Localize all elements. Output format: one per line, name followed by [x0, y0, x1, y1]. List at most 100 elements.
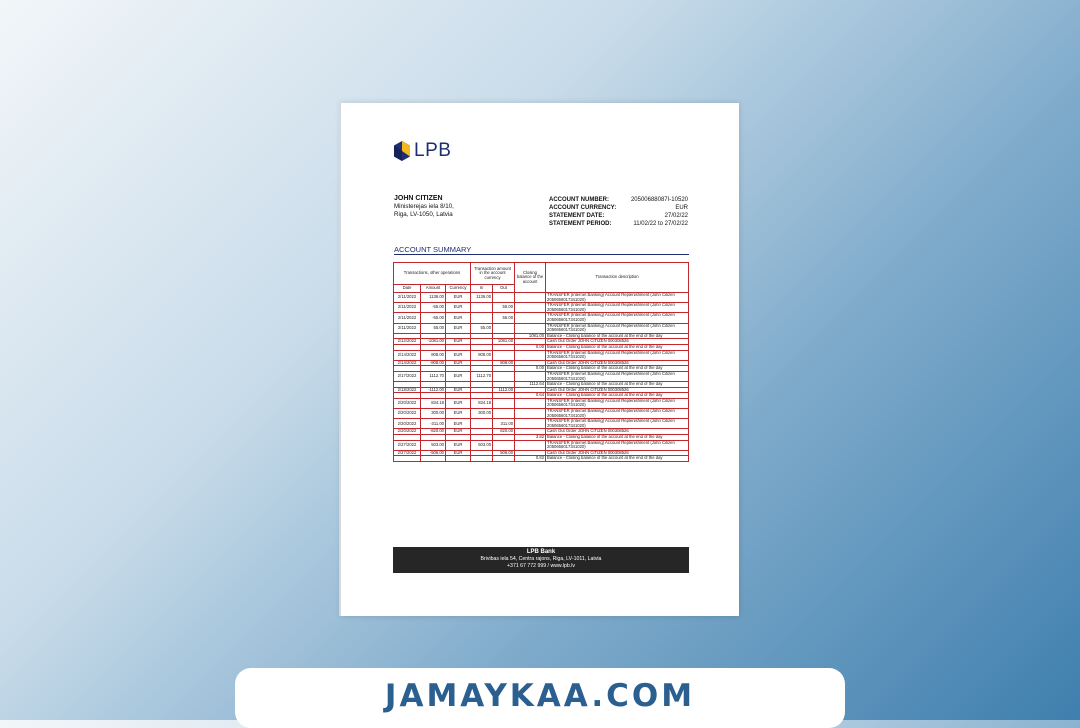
cell-amount: 503.00	[420, 439, 446, 451]
cell-in: 808.00	[470, 349, 494, 361]
cell-closing: 0.82	[514, 455, 547, 462]
table-row: 2/14/2022 808.00 EUR 808.00 TRANSFER (Intern…	[393, 349, 689, 361]
account-currency-row: ACCOUNT CURRENCY: EUR	[549, 205, 688, 213]
customer-address-line1: Ministerejas iela 8/10,	[394, 203, 454, 211]
cell-description: TRANSFER (Internet Banking) Account Repl…	[545, 322, 689, 334]
cell-date: 2/11/2022	[393, 291, 421, 304]
statement-date-value: 27/02/22	[664, 212, 688, 219]
cell-description: Balance - Closing balance of the account…	[545, 455, 689, 462]
cell-amount: 1112.70	[420, 370, 446, 383]
cell-date: 2/20/2022	[393, 408, 421, 420]
cell-amount	[420, 455, 446, 462]
watermark-banner: JAMAYKAA.COM	[235, 668, 845, 728]
cell-out	[492, 349, 516, 361]
account-currency-value: EUR	[675, 204, 688, 211]
cell-amount: -311.00	[420, 418, 446, 430]
group-header-amount: Transaction amount in the account curren…	[470, 262, 516, 285]
cell-closing	[514, 397, 547, 410]
statement-period-label: STATEMENT PERIOD:	[549, 220, 612, 227]
statement-date-label: STATEMENT DATE:	[549, 212, 605, 219]
cell-in: 503.00	[470, 439, 494, 451]
cell-amount: 834.18	[420, 397, 446, 410]
table-row: 2/20/2022 300.00 EUR 300.00 TRANSFER (Intern…	[393, 408, 689, 420]
cell-out	[492, 397, 516, 410]
table-row: 2/27/2022 503.00 EUR 503.00 TRANSFER (Intern…	[393, 439, 689, 451]
table-row: 0.82 Balance - Closing balance of the acc…	[393, 455, 689, 462]
statement-date-row: STATEMENT DATE: 27/02/22	[549, 213, 688, 221]
cell-currency	[444, 455, 472, 462]
cell-description: TRANSFER (Internet Banking) Account Repl…	[545, 418, 689, 430]
cell-currency: EUR	[444, 302, 472, 314]
cell-date: 2/27/2022	[393, 439, 421, 451]
footer-address: Brivibas iela 54, Centra rajons, Riga, L…	[480, 556, 602, 562]
cell-date: 2/14/2022	[393, 349, 421, 361]
transactions-table: Transactions, other operations Transacti…	[392, 262, 689, 462]
cell-closing	[514, 322, 547, 334]
cell-out	[492, 439, 516, 451]
account-number-label: ACCOUNT NUMBER:	[549, 197, 609, 203]
cell-description: TRANSFER (Internet Banking) Account Repl…	[545, 408, 689, 420]
cell-closing	[514, 312, 547, 324]
logo-text: LPB	[414, 140, 452, 161]
header-description: Transaction description	[545, 262, 689, 293]
account-details: ACCOUNT NUMBER: 20500688087I-10520 ACCOU…	[549, 197, 688, 229]
cell-out: 55.00	[492, 302, 516, 314]
header-out: Out	[492, 284, 516, 293]
table-row: 2/11/2022 -55.00 EUR 55.00 TRANSFER (Interne…	[393, 302, 689, 314]
cell-in: 1112.70	[470, 370, 494, 383]
statement-period-value: 11/02/22 to 27/02/22	[633, 220, 688, 227]
table-row: 2/17/2022 1112.70 EUR 1112.70 TRANSFER (Inte…	[393, 370, 689, 383]
footer-contact: +371 67 772 999 / www.lpb.lv	[507, 563, 575, 569]
cell-date: 2/11/2022	[393, 312, 421, 324]
cell-description: TRANSFER (Internet Banking) Account Repl…	[545, 349, 689, 361]
cell-out	[492, 322, 516, 334]
account-summary-title: ACCOUNT SUMMARY	[394, 245, 472, 254]
cell-out: 55.00	[492, 312, 516, 324]
cell-currency: EUR	[444, 397, 472, 410]
cell-out	[492, 455, 516, 462]
cell-amount: 808.00	[420, 349, 446, 361]
cell-out: 311.00	[492, 418, 516, 430]
cell-date: 2/20/2022	[393, 418, 421, 430]
account-number-value: 20500688087I-10520	[630, 197, 688, 203]
cell-description: TRANSFER (Internet Banking) Account Repl…	[545, 439, 689, 451]
cell-in: 1136.00	[470, 291, 494, 304]
footer-bank-name: LPB Bank	[526, 549, 556, 555]
cell-currency: EUR	[444, 370, 472, 383]
cell-in: 300.00	[470, 408, 494, 420]
statement-period-row: STATEMENT PERIOD: 11/02/22 to 27/02/22	[549, 221, 688, 229]
cell-amount: 55.00	[420, 322, 446, 334]
table-row: 2/11/2022 -55.00 EUR 55.00 TRANSFER (Interne…	[393, 312, 689, 324]
cell-currency: EUR	[444, 312, 472, 324]
header-date: Date	[393, 284, 421, 293]
table-row: 2/20/2022 834.18 EUR 834.18 TRANSFER (Intern…	[393, 397, 689, 410]
cell-currency: EUR	[444, 408, 472, 420]
cell-description: TRANSFER (Internet Banking) Account Repl…	[545, 291, 689, 304]
header-closing-balance: Closing balance of the account	[514, 262, 547, 293]
cell-closing	[514, 302, 547, 314]
cell-currency: EUR	[444, 291, 472, 304]
cell-in	[470, 312, 494, 324]
cell-in	[470, 418, 494, 430]
table-row: 2/11/2022 1136.00 EUR 1136.00 TRANSFER (Inte…	[393, 291, 689, 304]
cell-date: 2/20/2022	[393, 397, 421, 410]
cell-closing	[514, 418, 547, 430]
cell-out	[492, 291, 516, 304]
header-in: In	[470, 284, 494, 293]
transactions-body: 2/11/2022 1136.00 EUR 1136.00 TRANSFER (Inte…	[393, 291, 689, 462]
cell-date: 2/17/2022	[393, 370, 421, 383]
cell-amount: -55.00	[420, 312, 446, 324]
bank-footer: LPB Bank Brivibas iela 54, Centra rajons…	[393, 547, 689, 573]
cell-in	[470, 302, 494, 314]
cell-closing	[514, 349, 547, 361]
cell-date	[393, 455, 421, 462]
account-number-row: ACCOUNT NUMBER: 20500688087I-10520	[549, 197, 688, 205]
cell-amount: 1136.00	[420, 291, 446, 304]
cell-description: TRANSFER (Internet Banking) Account Repl…	[545, 302, 689, 314]
group-header-operations: Transactions, other operations	[392, 262, 472, 285]
watermark-text: JAMAYKAA.COM	[384, 678, 696, 714]
table-row: 2/11/2022 55.00 EUR 55.00 TRANSFER (Internet…	[393, 322, 689, 334]
cell-amount: -55.00	[420, 302, 446, 314]
cell-out	[492, 370, 516, 383]
header-currency: Currency	[444, 284, 472, 293]
